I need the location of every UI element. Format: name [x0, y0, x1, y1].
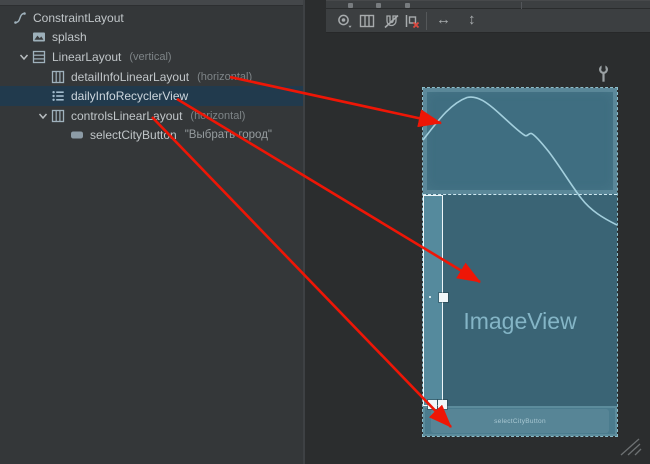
resize-vertical-icon[interactable]: ↕	[468, 10, 476, 30]
device-preview[interactable]: selectCityButton ImageView	[423, 88, 617, 436]
tree-row-label: dailyInfoRecyclerView	[71, 89, 188, 103]
resize-horizontal-icon[interactable]: ↔	[436, 10, 451, 30]
component-tree-panel: ConstraintLayout splash LinearLayout (verti…	[0, 0, 303, 464]
tree-row-constraintlayout[interactable]: ConstraintLayout	[0, 8, 303, 28]
tree-row-selectcitybutton[interactable]: selectCityButton "Выбрать город"	[0, 126, 303, 146]
tree-row-label: LinearLayout	[52, 50, 121, 64]
chevron-down-icon[interactable]	[16, 51, 32, 63]
button-icon	[70, 128, 84, 142]
autoconnect-off-icon[interactable]	[383, 13, 399, 29]
selection-handle-bottom-left[interactable]	[428, 400, 437, 409]
layout-variants-icon[interactable]	[359, 13, 375, 29]
constraint-layout-icon	[13, 11, 27, 25]
image-icon	[32, 30, 46, 44]
clipped-toolbar-icon	[348, 3, 353, 8]
toolbar-separator	[426, 12, 427, 30]
wrench-icon[interactable]	[597, 65, 610, 89]
selection-handle-bottom-right[interactable]	[438, 400, 447, 409]
tree-row-dailyinforecyclerview[interactable]: dailyInfoRecyclerView	[0, 86, 303, 106]
canvas-resize-grip[interactable]	[618, 437, 644, 462]
select-city-button-label: selectCityButton	[494, 418, 546, 425]
tree-row-label: splash	[52, 30, 87, 44]
linear-layout-horizontal-icon	[51, 70, 65, 84]
tree-row-splash[interactable]: splash	[0, 28, 303, 48]
linear-layout-vertical-icon	[32, 50, 46, 64]
selection-anchor-dot	[429, 296, 431, 298]
tree-row-value: "Выбрать город"	[185, 129, 272, 141]
tree-row-label: ConstraintLayout	[33, 11, 124, 25]
controls-linear-layout-region[interactable]: selectCityButton	[423, 406, 617, 436]
linear-layout-horizontal-icon	[51, 109, 65, 123]
component-tree: ConstraintLayout splash LinearLayout (verti…	[0, 8, 303, 145]
select-city-button[interactable]: selectCityButton	[431, 409, 609, 433]
chevron-down-icon[interactable]	[35, 110, 51, 122]
upper-toolbar-clipped	[326, 0, 650, 9]
clipped-toolbar-icon	[405, 3, 410, 8]
tree-row-label: controlsLinearLayout	[71, 109, 182, 123]
tree-row-controlslinearlayout[interactable]: controlsLinearLayout (horizontal)	[0, 106, 303, 126]
tree-row-hint: (horizontal)	[197, 71, 252, 83]
clear-constraints-icon[interactable]	[404, 13, 420, 29]
tree-row-label: detailInfoLinearLayout	[71, 70, 189, 84]
recycler-view-icon	[51, 89, 65, 103]
design-toolbar: ↔ ↕	[326, 9, 650, 33]
clipped-toolbar-icon	[376, 3, 381, 8]
toolbar-separator	[521, 2, 522, 9]
tree-row-linearlayout[interactable]: LinearLayout (vertical)	[0, 47, 303, 67]
tree-row-label: selectCityButton	[90, 128, 177, 142]
view-options-icon[interactable]	[336, 13, 352, 29]
tree-row-detailinfolinearlayout[interactable]: detailInfoLinearLayout (horizontal)	[0, 67, 303, 87]
detail-info-linear-layout-region[interactable]	[423, 88, 617, 195]
selection-handle-right-mid[interactable]	[439, 293, 448, 302]
panel-splitter[interactable]	[303, 0, 305, 464]
tree-row-hint: (horizontal)	[190, 110, 245, 122]
panel-top-strip	[0, 0, 303, 6]
imageview-placeholder-label: ImageView	[423, 308, 617, 335]
tree-row-hint: (vertical)	[129, 51, 171, 63]
